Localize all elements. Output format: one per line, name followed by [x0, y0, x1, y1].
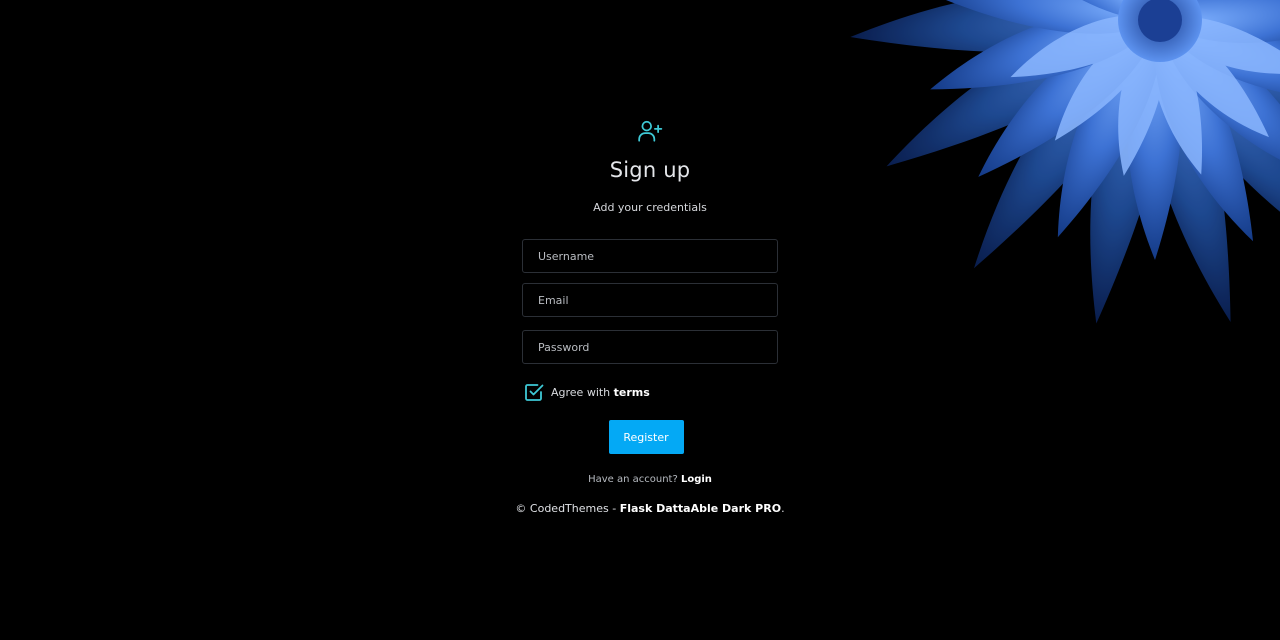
product-name: Flask DattaAble Dark PRO [619, 502, 782, 515]
user-plus-icon [638, 120, 663, 142]
username-input[interactable] [522, 239, 778, 273]
login-prompt: Have an account? Login [500, 474, 800, 485]
signup-page: Sign up Add your credentials Agree with … [0, 0, 1280, 640]
page-title: Sign up [609, 158, 691, 182]
footer-copyright: © CodedThemes - Flask DattaAble Dark PRO… [500, 502, 800, 515]
password-input[interactable] [522, 330, 778, 364]
email-input[interactable] [522, 283, 778, 317]
agree-prefix: Agree with [551, 385, 614, 399]
terms-link[interactable]: terms [614, 386, 650, 399]
copyright-text: © CodedThemes - [515, 502, 620, 515]
agree-terms-row: Agree with terms [522, 382, 778, 402]
page-subtitle: Add your credentials [593, 201, 707, 214]
login-link[interactable]: Login [681, 474, 712, 485]
agree-label: Agree with terms [551, 386, 650, 399]
register-button[interactable]: Register [608, 420, 684, 454]
footer-suffix: . [781, 502, 785, 515]
login-prompt-text: Have an account? [588, 474, 681, 485]
blue-flower-image [850, 0, 1280, 324]
signup-card: Sign up Add your credentials Agree with … [500, 110, 800, 515]
agree-checkbox[interactable] [524, 382, 544, 402]
